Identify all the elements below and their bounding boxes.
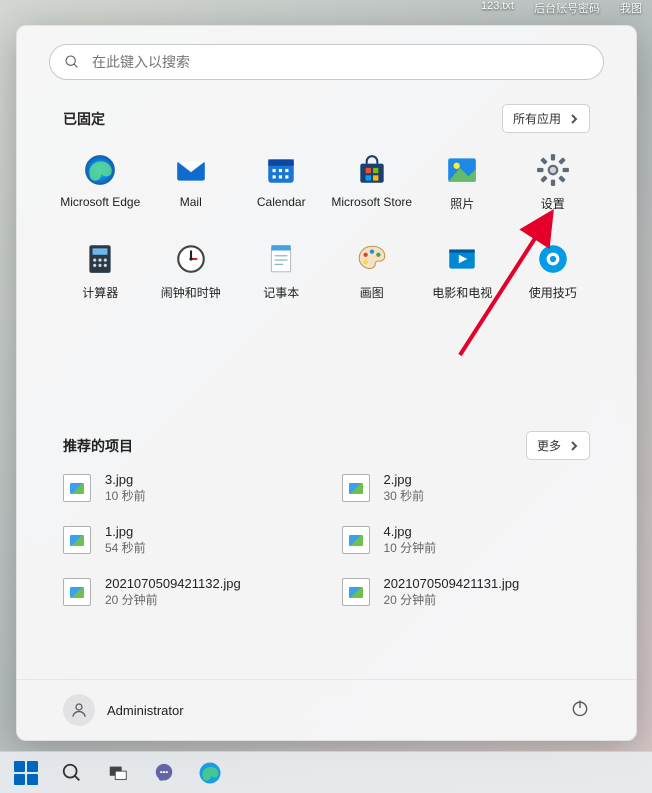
file-name: 3.jpg <box>105 472 146 487</box>
chevron-right-icon <box>569 441 579 451</box>
paint-icon <box>355 242 389 276</box>
store-icon <box>355 153 389 187</box>
calculator-icon <box>83 242 117 276</box>
file-time: 10 秒前 <box>105 487 146 504</box>
app-label: 闹钟和时钟 <box>161 284 221 301</box>
app-label: 记事本 <box>263 284 299 301</box>
power-button[interactable] <box>570 698 590 723</box>
recommended-item[interactable]: 2.jpg30 秒前 <box>342 472 591 504</box>
tips-icon <box>536 242 570 276</box>
file-thumb-icon <box>342 578 370 606</box>
more-label: 更多 <box>537 437 561 454</box>
taskbar <box>0 751 652 793</box>
power-icon <box>570 698 590 718</box>
pinned-title: 已固定 <box>63 109 105 129</box>
settings-icon <box>536 153 570 187</box>
app-label: Calendar <box>257 195 306 209</box>
file-thumb-icon <box>342 526 370 554</box>
app-tile-clock[interactable]: 闹钟和时钟 <box>146 236 237 307</box>
start-menu-panel: 已固定 所有应用 Microsoft Edge Mail Calendar <box>16 25 637 741</box>
app-tile-calculator[interactable]: 计算器 <box>55 236 146 307</box>
edge-icon <box>198 761 222 785</box>
windows-logo-icon <box>14 761 38 785</box>
start-button[interactable] <box>12 759 40 787</box>
app-tile-tips[interactable]: 使用技巧 <box>508 236 599 307</box>
file-name: 1.jpg <box>105 524 146 539</box>
desktop-file-labels: 123.txt 后台账号密码 我图 <box>0 0 652 20</box>
username-label: Administrator <box>107 703 184 718</box>
task-view-icon <box>107 762 129 784</box>
search-input[interactable] <box>92 54 589 70</box>
edge-icon <box>83 153 117 187</box>
all-apps-button[interactable]: 所有应用 <box>502 104 590 133</box>
recommended-item[interactable]: 1.jpg54 秒前 <box>63 524 312 556</box>
file-time: 20 分钟前 <box>384 591 520 608</box>
app-label: 照片 <box>450 195 474 212</box>
file-name: 2021070509421132.jpg <box>105 576 241 591</box>
pinned-apps-grid: Microsoft Edge Mail Calendar Microsoft S… <box>17 139 636 307</box>
app-tile-mail[interactable]: Mail <box>146 147 237 218</box>
movies-icon <box>445 242 479 276</box>
file-time: 10 分钟前 <box>384 539 437 556</box>
photos-icon <box>445 153 479 187</box>
recommended-list: 3.jpg10 秒前 2.jpg30 秒前 1.jpg54 秒前 4.jpg10… <box>17 466 636 608</box>
app-tile-calendar[interactable]: Calendar <box>236 147 327 218</box>
more-button[interactable]: 更多 <box>526 431 590 460</box>
app-tile-notepad[interactable]: 记事本 <box>236 236 327 307</box>
file-thumb-icon <box>342 474 370 502</box>
search-icon <box>61 762 83 784</box>
avatar <box>63 694 95 726</box>
file-name: 4.jpg <box>384 524 437 539</box>
file-time: 20 分钟前 <box>105 591 241 608</box>
file-thumb-icon <box>63 526 91 554</box>
person-icon <box>70 701 88 719</box>
user-account-button[interactable]: Administrator <box>63 694 184 726</box>
app-label: Microsoft Store <box>331 195 412 209</box>
app-label: Mail <box>180 195 202 209</box>
app-label: 电影和电视 <box>432 284 492 301</box>
recommended-item[interactable]: 3.jpg10 秒前 <box>63 472 312 504</box>
search-box[interactable] <box>49 44 604 80</box>
chat-button[interactable] <box>150 759 178 787</box>
app-tile-store[interactable]: Microsoft Store <box>327 147 418 218</box>
file-thumb-icon <box>63 578 91 606</box>
notepad-icon <box>264 242 298 276</box>
calendar-icon <box>264 153 298 187</box>
app-label: 设置 <box>541 195 565 212</box>
file-time: 30 秒前 <box>384 487 425 504</box>
all-apps-label: 所有应用 <box>513 110 561 127</box>
recommended-item[interactable]: 2021070509421131.jpg20 分钟前 <box>342 576 591 608</box>
recommended-title: 推荐的项目 <box>63 436 133 456</box>
file-name: 2.jpg <box>384 472 425 487</box>
taskbar-edge-button[interactable] <box>196 759 224 787</box>
app-tile-settings[interactable]: 设置 <box>508 147 599 218</box>
file-time: 54 秒前 <box>105 539 146 556</box>
app-label: 画图 <box>360 284 384 301</box>
taskbar-search-button[interactable] <box>58 759 86 787</box>
task-view-button[interactable] <box>104 759 132 787</box>
recommended-item[interactable]: 2021070509421132.jpg20 分钟前 <box>63 576 312 608</box>
app-tile-photos[interactable]: 照片 <box>417 147 508 218</box>
app-tile-edge[interactable]: Microsoft Edge <box>55 147 146 218</box>
clock-icon <box>174 242 208 276</box>
app-tile-movies[interactable]: 电影和电视 <box>417 236 508 307</box>
mail-icon <box>174 153 208 187</box>
search-icon <box>64 54 80 70</box>
recommended-item[interactable]: 4.jpg10 分钟前 <box>342 524 591 556</box>
chat-icon <box>153 762 175 784</box>
app-label: 计算器 <box>82 284 118 301</box>
app-label: Microsoft Edge <box>60 195 140 209</box>
app-tile-paint[interactable]: 画图 <box>327 236 418 307</box>
file-thumb-icon <box>63 474 91 502</box>
chevron-right-icon <box>569 114 579 124</box>
app-label: 使用技巧 <box>529 284 577 301</box>
file-name: 2021070509421131.jpg <box>384 576 520 591</box>
